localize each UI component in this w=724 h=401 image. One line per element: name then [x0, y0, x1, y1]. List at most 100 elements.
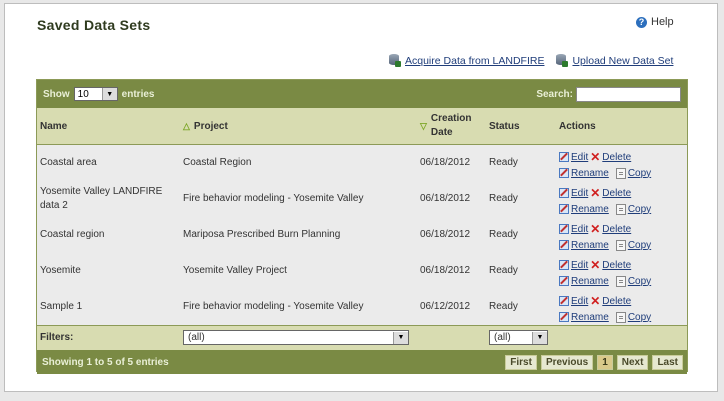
page-length-select[interactable]: 10 ▼ — [73, 87, 118, 101]
edit-link[interactable]: Edit — [571, 152, 588, 163]
rename-link[interactable]: Rename — [571, 276, 609, 287]
copy-link[interactable]: Copy — [628, 240, 651, 251]
rename-link[interactable]: Rename — [571, 168, 609, 179]
rename-icon — [559, 204, 569, 214]
delete-link[interactable]: Delete — [602, 260, 631, 271]
table-row: Coastal area Coastal Region 06/18/2012 R… — [37, 145, 687, 181]
cell-actions: Edit ✕ Delete Rename Copy — [559, 221, 651, 253]
page-length-value: 10 — [77, 88, 89, 100]
cell-status: Ready — [489, 289, 518, 325]
edit-icon — [559, 188, 569, 198]
column-project[interactable]: △ Project — [183, 108, 228, 144]
table-body: Coastal area Coastal Region 06/18/2012 R… — [37, 145, 687, 325]
last-page-button[interactable]: Last — [652, 354, 683, 370]
column-creation-date-label: Creation Date — [430, 113, 472, 138]
status-value: Ready — [489, 157, 518, 168]
help-label: Help — [651, 16, 674, 28]
cell-date: 06/18/2012 — [420, 181, 470, 217]
cell-date: 06/18/2012 — [420, 145, 470, 181]
copy-icon — [615, 275, 626, 287]
cell-actions: Edit ✕ Delete Rename Copy — [559, 257, 651, 289]
creation-date: 06/12/2012 — [420, 301, 471, 312]
table-row: Sample 1 Fire behavior modeling - Yosemi… — [37, 289, 687, 325]
rename-icon — [559, 240, 569, 250]
sort-ascending-icon: △ — [183, 120, 190, 131]
edit-link[interactable]: Edit — [571, 296, 588, 307]
cell-name: Sample 1 — [40, 289, 176, 325]
search-input[interactable] — [576, 86, 681, 102]
delete-link[interactable]: Delete — [602, 188, 631, 199]
rename-icon — [559, 276, 569, 286]
rename-icon — [559, 168, 569, 178]
first-page-button[interactable]: First — [505, 354, 537, 370]
edit-link[interactable]: Edit — [571, 224, 588, 235]
search-label: Search: — [536, 88, 573, 100]
data-set-name: Coastal area — [40, 157, 97, 168]
rename-link[interactable]: Rename — [571, 312, 609, 323]
cell-date: 06/18/2012 — [420, 253, 470, 289]
next-page-button[interactable]: Next — [616, 354, 649, 370]
cell-name: Yosemite — [40, 253, 176, 289]
cell-status: Ready — [489, 181, 518, 217]
delete-icon: ✕ — [590, 294, 601, 308]
copy-link[interactable]: Copy — [628, 276, 651, 287]
column-status[interactable]: Status — [489, 108, 520, 144]
creation-date: 06/18/2012 — [420, 193, 471, 204]
help-icon: ? — [636, 16, 647, 28]
column-project-label: Project — [193, 120, 228, 132]
table-footer: Showing 1 to 5 of 5 entries First Previo… — [37, 350, 687, 374]
delete-icon: ✕ — [590, 258, 601, 272]
delete-icon: ✕ — [590, 186, 601, 200]
cell-project: Fire behavior modeling - Yosemite Valley — [183, 289, 413, 325]
column-actions: Actions — [559, 108, 596, 144]
previous-page-button[interactable]: Previous — [540, 354, 594, 370]
delete-link[interactable]: Delete — [602, 224, 631, 235]
status-value: Ready — [489, 265, 518, 276]
copy-icon — [615, 311, 626, 323]
cell-actions: Edit ✕ Delete Rename Copy — [559, 149, 651, 181]
database-icon — [389, 54, 401, 67]
current-page-button[interactable]: 1 — [597, 354, 613, 370]
filters-label: Filters: — [40, 332, 74, 343]
data-set-name: Coastal region — [40, 229, 105, 240]
cell-date: 06/18/2012 — [420, 217, 470, 253]
upload-data-set-link[interactable]: Upload New Data Set — [556, 54, 673, 67]
data-set-name: Yosemite Valley LANDFIRE data 2 — [40, 186, 163, 211]
table-toolbar: Show 10 ▼ entries Search: — [37, 80, 687, 108]
edit-icon — [559, 260, 569, 270]
table-row: Coastal region Mariposa Prescribed Burn … — [37, 217, 687, 253]
column-creation-date[interactable]: ▽ Creation Date — [420, 108, 477, 144]
cell-name: Yosemite Valley LANDFIRE data 2 — [40, 181, 176, 217]
status-value: Ready — [489, 193, 518, 204]
rename-link[interactable]: Rename — [571, 240, 609, 251]
copy-link[interactable]: Copy — [628, 168, 651, 179]
cell-name: Coastal area — [40, 145, 176, 181]
column-status-label: Status — [489, 120, 520, 132]
cell-date: 06/12/2012 — [420, 289, 470, 325]
status-filter-select[interactable]: (all) ▼ — [489, 330, 548, 345]
cell-name: Coastal region — [40, 217, 176, 253]
copy-icon — [615, 239, 626, 251]
project-filter-select[interactable]: (all) ▼ — [183, 330, 409, 345]
status-value: Ready — [489, 229, 518, 240]
top-actions: Acquire Data from LANDFIRE Upload New Da… — [389, 54, 673, 67]
cell-status: Ready — [489, 253, 518, 289]
rename-icon — [559, 312, 569, 322]
cell-actions: Edit ✕ Delete Rename Copy — [559, 293, 651, 325]
edit-link[interactable]: Edit — [571, 260, 588, 271]
edit-link[interactable]: Edit — [571, 188, 588, 199]
table-row: Yosemite Valley LANDFIRE data 2 Fire beh… — [37, 181, 687, 217]
column-actions-label: Actions — [559, 120, 596, 132]
delete-link[interactable]: Delete — [602, 296, 631, 307]
copy-link[interactable]: Copy — [628, 312, 651, 323]
data-set-name: Yosemite — [40, 265, 81, 276]
help-link[interactable]: ? Help — [636, 16, 674, 28]
acquire-landfire-link[interactable]: Acquire Data from LANDFIRE — [389, 54, 544, 67]
acquire-landfire-label: Acquire Data from LANDFIRE — [405, 54, 545, 67]
table-row: Yosemite Yosemite Valley Project 06/18/2… — [37, 253, 687, 289]
cell-project: Fire behavior modeling - Yosemite Valley — [183, 181, 413, 217]
copy-link[interactable]: Copy — [628, 204, 651, 215]
column-name[interactable]: Name — [40, 108, 67, 144]
delete-link[interactable]: Delete — [602, 152, 631, 163]
rename-link[interactable]: Rename — [571, 204, 609, 215]
